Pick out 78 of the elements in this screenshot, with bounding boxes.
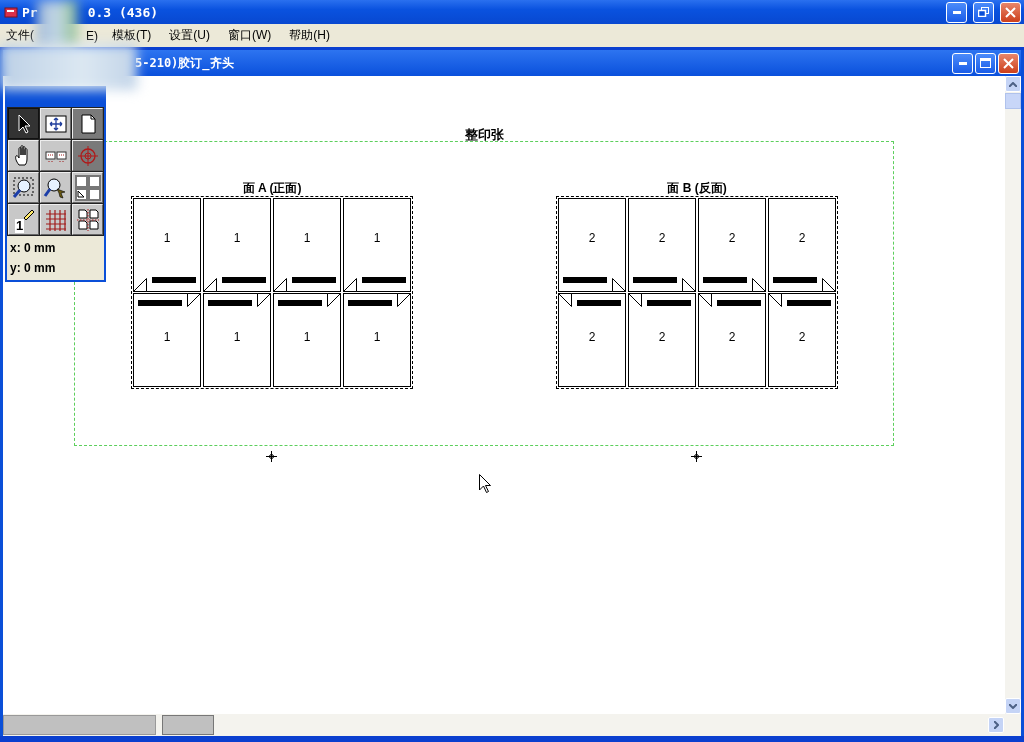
binding-mark (152, 277, 196, 283)
close-icon (1005, 6, 1016, 18)
page-number: 1 (163, 231, 171, 245)
coordinate-readout: x: 0 mm (10, 240, 57, 257)
pen-icon (23, 208, 35, 221)
binding-mark (348, 300, 392, 306)
face-label: 面 B (反面) (667, 180, 727, 196)
imposition-icon (74, 206, 101, 233)
document-title: 5-210)胶订_齐头 (135, 54, 234, 72)
face-label: 面 A (正面) (242, 180, 302, 196)
app-icon (4, 5, 18, 19)
page-number: 1 (303, 330, 311, 344)
page-number: 2 (588, 330, 596, 344)
close-button[interactable] (998, 52, 1019, 74)
page-number: 1 (233, 231, 241, 245)
binding-mark (577, 300, 621, 306)
page-number: 1 (163, 330, 171, 344)
binding-mark (278, 300, 322, 306)
zoom-icon (10, 174, 37, 201)
page-number: 2 (728, 231, 736, 245)
minimize-icon (952, 10, 961, 14)
menu-item[interactable]: E) (86, 28, 98, 43)
tool-number: 1 (15, 219, 25, 233)
status-panel (162, 715, 214, 735)
binding-mark (633, 277, 677, 283)
sheet-title: 整印张 (463, 128, 505, 142)
page-number: 1 (303, 231, 311, 245)
binding-mark (773, 277, 817, 283)
registration-mark (691, 451, 702, 462)
restore-button[interactable] (973, 1, 994, 23)
page-number: 2 (658, 231, 666, 245)
page-number: 2 (798, 231, 806, 245)
binding-mark (563, 277, 607, 283)
maximize-icon (980, 58, 991, 68)
panels-icon (74, 174, 101, 201)
menu-item[interactable]: 帮助(H) (289, 27, 330, 44)
maximize-button[interactable] (975, 52, 996, 74)
menu-item[interactable]: 设置(U) (169, 27, 210, 44)
window-title: 0.3 (436) (87, 4, 159, 20)
page-number: 1 (233, 330, 241, 344)
scroll-right-button[interactable] (988, 717, 1004, 733)
caret-icon (1009, 703, 1017, 709)
scroll-down-button[interactable] (1005, 698, 1021, 714)
caret-icon (1009, 81, 1017, 87)
scroll-up-button[interactable] (1005, 76, 1021, 92)
binding-mark (647, 300, 691, 306)
binding-mark (208, 300, 252, 306)
vertical-scrollbar[interactable] (1005, 76, 1021, 714)
restore-icon (978, 7, 989, 17)
close-icon (1003, 57, 1014, 69)
menu-item[interactable]: 模板(T) (112, 27, 152, 44)
minimize-button[interactable] (946, 1, 967, 23)
page-number: 2 (728, 330, 736, 344)
binding-mark (787, 300, 831, 306)
cursor-icon (479, 474, 491, 493)
tool-button[interactable] (8, 108, 39, 139)
coordinate-readout: y: 0 mm (10, 260, 57, 277)
page-number: 1 (373, 330, 381, 344)
tool-button[interactable]: 1 (8, 204, 39, 235)
binding-mark (138, 300, 182, 306)
menu-item[interactable]: 窗口(W) (228, 27, 272, 44)
binding-mark (292, 277, 336, 283)
binding-mark (703, 277, 747, 283)
scroll-thumb[interactable] (1005, 93, 1021, 109)
page-number: 2 (798, 330, 806, 344)
page-number: 2 (658, 330, 666, 344)
binding-mark (717, 300, 761, 306)
caret-icon (993, 721, 999, 729)
window-title: Pr (22, 4, 38, 20)
minimize-button[interactable] (952, 52, 973, 74)
menu-item[interactable]: 文件( (6, 27, 34, 44)
page-number: 1 (373, 231, 381, 245)
page-number: 2 (588, 231, 596, 245)
registration-mark (266, 451, 277, 462)
close-button[interactable] (1000, 1, 1021, 23)
binding-mark (222, 277, 266, 283)
binding-mark (362, 277, 406, 283)
minimize-icon (958, 61, 967, 65)
